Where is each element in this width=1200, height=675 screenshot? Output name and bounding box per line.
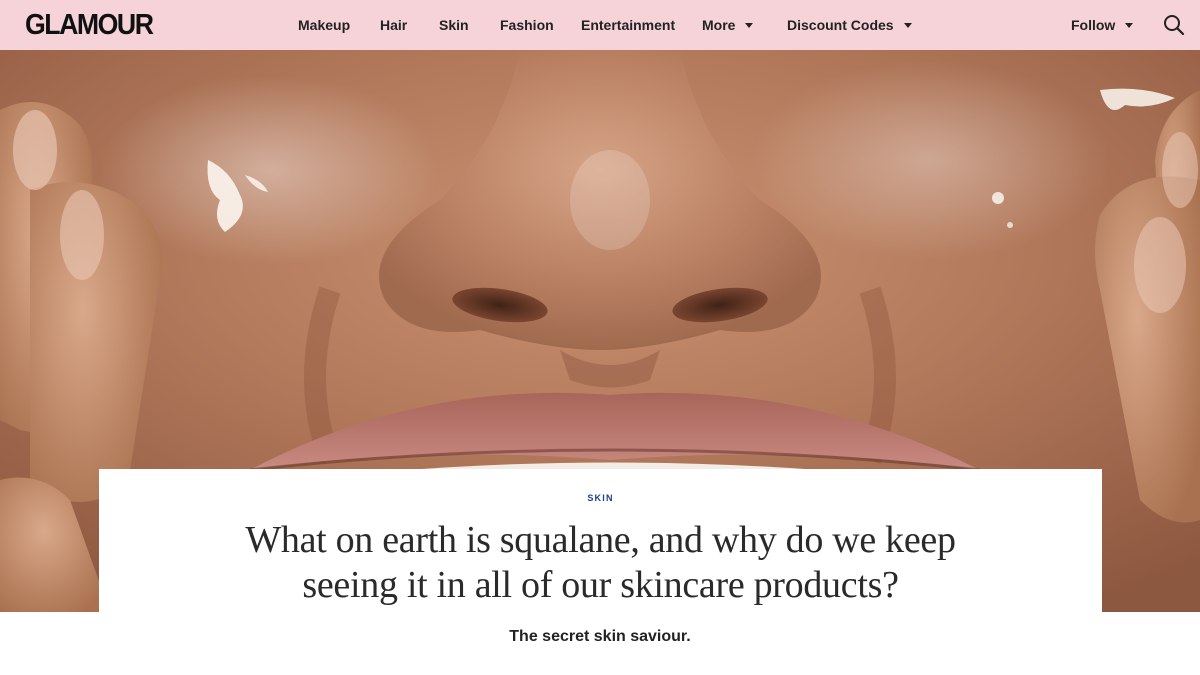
- chevron-down-icon: [903, 23, 912, 28]
- chevron-down-icon: [745, 23, 754, 28]
- nav-item-label: Skin: [439, 17, 469, 33]
- nav-item-label: Hair: [380, 17, 408, 33]
- nav-item-fashion[interactable]: Fashion: [500, 0, 554, 50]
- nav-item-skin[interactable]: Skin: [439, 0, 469, 50]
- nav-item-label: More: [702, 17, 736, 33]
- top-navigation-bar: GLAMOUR Makeup Hair Skin Fashion Enterta…: [0, 0, 1200, 50]
- search-button[interactable]: [1162, 13, 1186, 37]
- article-dek: The secret skin saviour.: [509, 628, 691, 645]
- nav-item-hair[interactable]: Hair: [380, 0, 407, 50]
- nav-item-entertainment[interactable]: Entertainment: [581, 0, 675, 50]
- nav-item-makeup[interactable]: Makeup: [298, 0, 350, 50]
- article-header-card: SKIN What on earth is squalane, and why …: [99, 469, 1102, 612]
- nav-item-label: Fashion: [500, 17, 554, 33]
- glamour-logo[interactable]: GLAMOUR: [25, 9, 154, 41]
- chevron-down-icon: [1125, 23, 1134, 28]
- nav-item-label: Makeup: [298, 17, 351, 33]
- search-icon: [1164, 15, 1185, 36]
- nav-item-label: Discount Codes: [787, 17, 894, 33]
- nav-item-label: Entertainment: [581, 17, 676, 33]
- follow-label: Follow: [1071, 17, 1116, 33]
- follow-button[interactable]: Follow: [1071, 0, 1134, 50]
- article-headline: What on earth is squalane, and why do we…: [151, 518, 1051, 608]
- headline-line-1: What on earth is squalane, and why do we…: [245, 519, 956, 561]
- nav-item-discount-codes[interactable]: Discount Codes: [787, 0, 912, 50]
- headline-line-2: seeing it in all of our skincare product…: [302, 564, 899, 606]
- nav-item-more[interactable]: More: [702, 0, 754, 50]
- category-link[interactable]: SKIN: [99, 493, 1102, 503]
